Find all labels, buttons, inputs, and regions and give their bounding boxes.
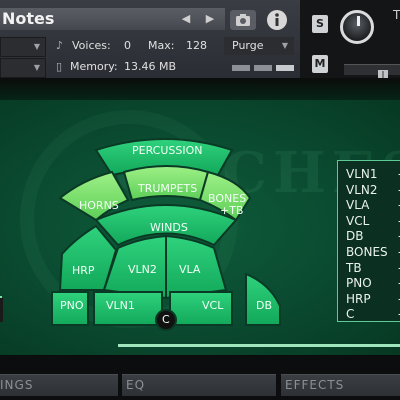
panel-progress-line (118, 344, 400, 347)
hrp-label: HRP (72, 264, 95, 277)
memory-value: 13.46 MB (124, 60, 177, 73)
legend-label: VLA (346, 198, 370, 213)
legend-label: VCL (346, 213, 370, 228)
output-dropdown[interactable]: ▼ (0, 37, 46, 57)
vla-label: VLA (179, 263, 201, 276)
legend-row[interactable]: VLN1- (346, 167, 400, 183)
winds-label: WINDS (150, 221, 188, 234)
info-icon (267, 10, 287, 30)
legend-label: VLN1 (346, 167, 378, 181)
legend-row[interactable]: DB- (346, 229, 400, 245)
legend-label: PNO (346, 276, 372, 291)
vln1-label: VLN1 (106, 299, 135, 312)
legend-label: BONES (346, 244, 388, 259)
tab-eq[interactable]: EQ (122, 374, 276, 396)
legend-row[interactable]: BONES- (346, 245, 400, 261)
tab-settings[interactable]: INGS (0, 374, 118, 396)
legend-row[interactable]: VLA- (346, 198, 400, 214)
legend-label: TB (346, 260, 362, 275)
tb-label: +TB (220, 204, 244, 217)
prev-instrument-button[interactable]: ◀ (180, 12, 192, 26)
midi-channel-dropdown[interactable]: ▼ (0, 58, 46, 78)
legend-row[interactable]: PNO- (346, 276, 400, 292)
percussion-label: PERCUSSION (132, 144, 203, 157)
legend-label: DB (346, 229, 364, 244)
legend-row[interactable]: VCL- (346, 214, 400, 230)
purge-dropdown[interactable]: Purge ▼ (224, 37, 294, 55)
legend-row[interactable]: HRP- (346, 292, 400, 308)
legend-label: HRP (346, 291, 371, 306)
solo-button[interactable]: S (312, 15, 328, 33)
next-instrument-button[interactable]: ▶ (204, 12, 216, 26)
level-meter-left (232, 65, 250, 71)
memory-label: Memory: (70, 60, 118, 73)
voices-label: Voices: (72, 39, 111, 52)
midi-icon: ♪ (56, 39, 64, 52)
snapshot-button[interactable] (230, 10, 256, 30)
level-meter-right (276, 65, 294, 71)
mute-button[interactable]: M (312, 55, 328, 73)
horns-label: HORNS (79, 199, 119, 212)
db-label: DB (256, 299, 273, 312)
voices-value[interactable]: 0 (124, 37, 131, 55)
pan-slider[interactable] (344, 64, 400, 80)
legend-row[interactable]: C- (346, 307, 400, 323)
pno-label: PNO (60, 299, 84, 312)
max-label: Max: (148, 39, 175, 52)
tune-knob[interactable] (340, 10, 374, 44)
vcl-label: VCL (202, 299, 224, 312)
level-meter-mid (254, 65, 272, 71)
section-legend: VLN1- VLN2- VLA- VCL- DB- BONES- TB- PNO… (337, 160, 400, 322)
legend-label: C (346, 307, 355, 322)
info-button[interactable] (266, 9, 288, 31)
trumpets-label: TRUMPETS (138, 182, 198, 195)
purge-label: Purge (232, 39, 264, 52)
vln2-label: VLN2 (128, 263, 157, 276)
panel-top-strip (0, 78, 400, 100)
kontakt-instrument-window: Notes ◀ ▶ ▼ ♪ Voices: 0 Max: 128 Purge ▼… (0, 0, 400, 400)
legend-row[interactable]: VLN2- (346, 183, 400, 199)
max-voices-value[interactable]: 128 (186, 37, 207, 55)
tune-label: T (393, 8, 400, 22)
tab-effects[interactable]: EFFECTS (281, 374, 400, 396)
instrument-header: Notes ◀ ▶ ▼ ♪ Voices: 0 Max: 128 Purge ▼… (0, 0, 300, 79)
c-label: C (162, 313, 170, 326)
panel-edge-shadow (0, 298, 3, 322)
memory-icon: ▯ (56, 60, 63, 73)
legend-row[interactable]: TB- (346, 261, 400, 277)
camera-icon (236, 14, 250, 26)
legend-label: VLN2 (346, 182, 378, 197)
